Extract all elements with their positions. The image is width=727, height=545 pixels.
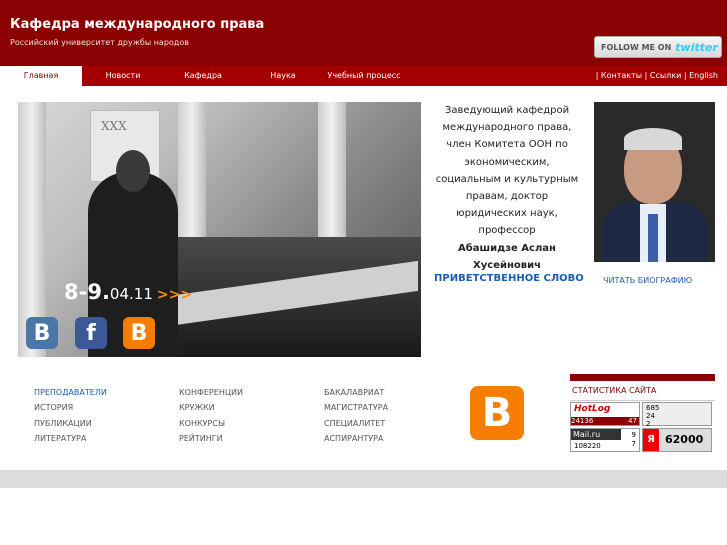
event-more-arrows[interactable]: >>> (157, 287, 192, 303)
link-clubs[interactable]: КРУЖКИ (179, 400, 243, 415)
site-header: Кафедра международного права Российский … (0, 0, 727, 66)
hotlog-counter[interactable]: HotLog 24136 47 (570, 402, 640, 426)
mailru-value-b: 7 (631, 440, 636, 448)
nav-item-science[interactable]: Наука (242, 66, 324, 86)
blogger-icon[interactable]: B (123, 317, 155, 349)
portrait-tie (648, 214, 658, 262)
nav-item-education[interactable]: Учебный процесс (324, 66, 404, 86)
blogger-large-icon[interactable]: B (470, 386, 524, 440)
yandex-counter[interactable]: Я 62000 (642, 428, 712, 452)
liveinternet-counter[interactable]: 685 24 2 (642, 402, 712, 428)
link-publications[interactable]: ПУБЛИКАЦИИ (34, 416, 107, 431)
liveinternet-value-3: 2 (646, 420, 651, 428)
hotlog-logo: HotLog (574, 404, 611, 414)
link-conferences[interactable]: КОНФЕРЕНЦИИ (179, 385, 243, 400)
site-subtitle: Российский университет дружбы народов (10, 38, 189, 47)
nav-item-news[interactable]: Новости (82, 66, 164, 86)
nav-item-home[interactable]: Главная (0, 66, 82, 86)
site-stats: СТАТИСТИКА САЙТА HotLog 24136 47 685 24 … (570, 374, 715, 452)
twitter-logo-text: twitter (675, 40, 718, 54)
stats-title: СТАТИСТИКА САЙТА (572, 386, 657, 395)
link-teachers[interactable]: ПРЕПОДАВАТЕЛИ (34, 385, 107, 400)
link-contests[interactable]: КОНКУРСЫ (179, 416, 243, 431)
event-date-month: 04.11 (109, 285, 153, 303)
links-column-1: ПРЕПОДАВАТЕЛИ ИСТОРИЯ ПУБЛИКАЦИИ ЛИТЕРАТ… (34, 385, 107, 446)
liveinternet-value-1: 685 (646, 404, 660, 412)
mailru-count: 108220 (574, 442, 601, 450)
event-banner[interactable]: XXX 8-9.04.11 >>> B f B (18, 102, 421, 357)
mailru-counter[interactable]: Mail.ru 108220 9 7 (570, 428, 640, 452)
event-date[interactable]: 8-9.04.11 >>> (64, 280, 192, 304)
head-bio: Заведующий кафедрой международного права… (432, 102, 582, 274)
link-bachelor[interactable]: БАКАЛАВРИАТ (324, 385, 388, 400)
head-bio-text: Заведующий кафедрой международного права… (435, 105, 579, 237)
footer-bar (0, 470, 727, 488)
page: Кафедра международного права Российский … (0, 0, 727, 470)
nav-item-department[interactable]: Кафедра (164, 66, 242, 86)
vk-icon[interactable]: B (26, 317, 58, 349)
site-title[interactable]: Кафедра международного права (10, 17, 264, 32)
yandex-count: 62000 (665, 433, 704, 446)
liveinternet-value-2: 24 (646, 412, 655, 420)
mailru-side-values: 9 7 (632, 431, 636, 449)
event-date-days: 8-9. (64, 280, 110, 304)
link-master[interactable]: МАГИСТРАТУРА (324, 400, 388, 415)
twitter-follow-button[interactable]: FOLLOW ME ON twitter (594, 36, 722, 58)
portrait-hair (624, 128, 682, 150)
main-nav: Главная Новости Кафедра Наука Учебный пр… (0, 66, 727, 86)
hotlog-extra: 47 (628, 417, 637, 425)
welcome-speech-link[interactable]: ПРИВЕТСТВЕННОЕ СЛОВО (434, 273, 584, 284)
link-literature[interactable]: ЛИТЕРАТУРА (34, 431, 107, 446)
links-column-3: БАКАЛАВРИАТ МАГИСТРАТУРА СПЕЦИАЛИТЕТ АСП… (324, 385, 388, 446)
photo-speaker-head (116, 150, 150, 192)
link-ratings[interactable]: РЕЙТИНГИ (179, 431, 243, 446)
hotlog-count-bar: 24136 47 (571, 417, 639, 425)
yandex-logo: Я (643, 429, 659, 451)
read-biography-link[interactable]: ЧИТАТЬ БИОГРАФИЮ (603, 276, 692, 285)
stats-title-bar (570, 374, 715, 381)
link-specialist[interactable]: СПЕЦИАЛИТЕТ (324, 416, 388, 431)
twitter-follow-label: FOLLOW ME ON (601, 42, 672, 52)
photo-sign-text: XXX (101, 119, 127, 133)
stats-divider (570, 400, 715, 401)
mailru-value-a: 9 (631, 431, 636, 439)
liveinternet-values: 685 24 2 (646, 404, 659, 428)
mailru-logo: Mail.ru (571, 429, 621, 440)
link-postgraduate[interactable]: АСПИРАНТУРА (324, 431, 388, 446)
link-history[interactable]: ИСТОРИЯ (34, 400, 107, 415)
hotlog-count: 24136 (571, 417, 594, 425)
head-name: Абашидзе Аслан Хусейнович (458, 242, 556, 271)
head-portrait (594, 102, 715, 262)
links-column-2: КОНФЕРЕНЦИИ КРУЖКИ КОНКУРСЫ РЕЙТИНГИ (179, 385, 243, 446)
facebook-icon[interactable]: f (75, 317, 107, 349)
nav-right-links[interactable]: | Контакты | Ссылки | English (596, 66, 718, 86)
